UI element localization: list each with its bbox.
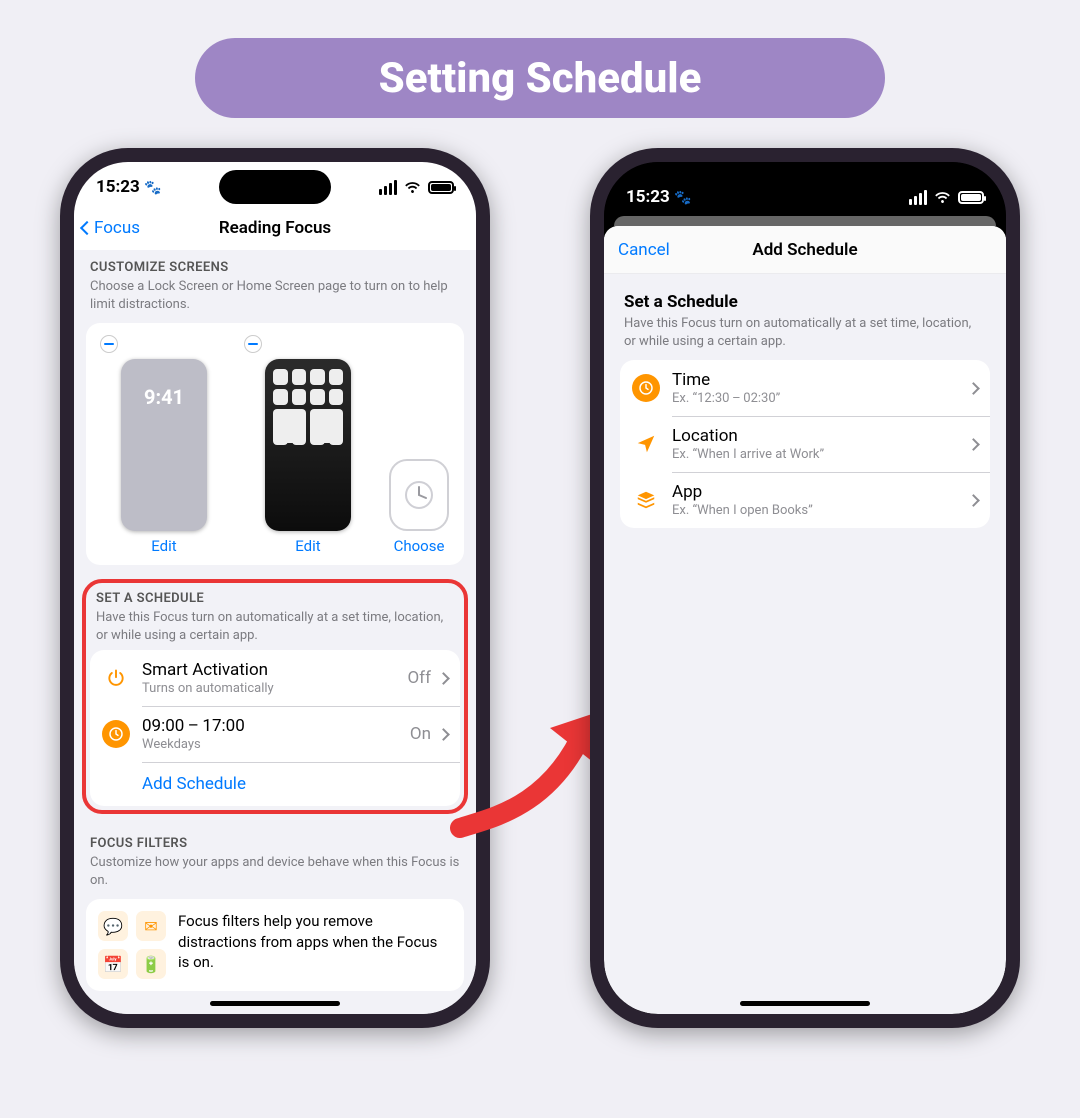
clock-icon bbox=[632, 374, 660, 402]
row-value: Off bbox=[407, 668, 431, 688]
add-schedule-button[interactable]: Add Schedule bbox=[90, 762, 460, 806]
battery-filter-icon: 🔋 bbox=[136, 949, 166, 979]
calendar-icon: 📅 bbox=[98, 949, 128, 979]
filters-header: FOCUS FILTERS bbox=[90, 836, 460, 851]
messages-icon: 💬 bbox=[98, 911, 128, 941]
homescreen-thumb[interactable] bbox=[265, 359, 351, 531]
clock-icon bbox=[404, 480, 434, 510]
wifi-icon bbox=[404, 181, 421, 194]
cancel-button[interactable]: Cancel bbox=[618, 226, 670, 273]
smart-activation-row[interactable]: Smart ActivationTurns on automatically O… bbox=[90, 650, 460, 706]
back-button[interactable]: Focus bbox=[82, 206, 140, 250]
chevron-right-icon bbox=[967, 438, 980, 451]
paw-icon: 🐾 bbox=[144, 180, 161, 196]
phone-left: 15:23 🐾 Focus Reading Focus CUSTOMIZE SC… bbox=[60, 148, 490, 1028]
clock-icon bbox=[102, 720, 130, 748]
home-indicator[interactable] bbox=[210, 1001, 340, 1006]
filters-text: Focus filters help you remove distractio… bbox=[178, 911, 452, 979]
nav-title: Reading Focus bbox=[219, 218, 331, 238]
filters-desc: Customize how your apps and device behav… bbox=[90, 854, 460, 889]
schedule-desc: Have this Focus turn on automatically at… bbox=[96, 609, 454, 644]
remove-lockscreen-button[interactable] bbox=[100, 335, 118, 353]
nav-bar: Focus Reading Focus bbox=[74, 206, 476, 250]
battery-icon bbox=[428, 181, 454, 194]
filters-icons: 💬 ✉ 📅 🔋 bbox=[98, 911, 166, 979]
wifi-icon bbox=[934, 191, 951, 204]
schedule-header: SET A SCHEDULE bbox=[96, 591, 454, 606]
phone-right: 15:23 🐾 Cancel Add Schedule bbox=[590, 148, 1020, 1028]
dynamic-island bbox=[219, 170, 331, 204]
dynamic-island bbox=[749, 170, 861, 204]
section-desc: Choose a Lock Screen or Home Screen page… bbox=[90, 278, 460, 313]
section-header: CUSTOMIZE SCREENS bbox=[90, 260, 460, 275]
cellular-icon bbox=[379, 180, 397, 195]
page-title-badge: Setting Schedule bbox=[195, 38, 885, 118]
power-icon bbox=[102, 664, 130, 692]
choose-watchface-button[interactable]: Choose bbox=[394, 537, 445, 555]
customize-screens-card: 9:41 Edit Edit Choose bbox=[86, 323, 464, 565]
battery-icon bbox=[958, 191, 984, 204]
sheet-title: Add Schedule bbox=[752, 240, 857, 260]
mail-icon: ✉ bbox=[136, 911, 166, 941]
app-stack-icon bbox=[632, 486, 660, 514]
home-indicator[interactable] bbox=[740, 1001, 870, 1006]
edit-homescreen-button[interactable]: Edit bbox=[295, 537, 320, 555]
remove-homescreen-button[interactable] bbox=[244, 335, 262, 353]
chevron-right-icon bbox=[967, 494, 980, 507]
location-icon bbox=[632, 430, 660, 458]
edit-lockscreen-button[interactable]: Edit bbox=[151, 537, 176, 555]
schedule-option-time[interactable]: TimeEx. “12:30 – 02:30” bbox=[620, 360, 990, 416]
schedule-option-app[interactable]: AppEx. “When I open Books” bbox=[620, 472, 990, 528]
lockscreen-thumb[interactable]: 9:41 bbox=[121, 359, 207, 531]
row-value: On bbox=[410, 724, 431, 744]
time-schedule-row[interactable]: 09:00 – 17:00Weekdays On bbox=[90, 706, 460, 762]
chevron-left-icon bbox=[80, 221, 94, 235]
sheet-section-desc: Have this Focus turn on automatically at… bbox=[624, 315, 986, 350]
cellular-icon bbox=[909, 190, 927, 205]
schedule-option-location[interactable]: LocationEx. “When I arrive at Work” bbox=[620, 416, 990, 472]
paw-icon: 🐾 bbox=[674, 190, 691, 206]
highlight-box: SET A SCHEDULE Have this Focus turn on a… bbox=[82, 579, 468, 814]
sheet-section-title: Set a Schedule bbox=[624, 292, 986, 312]
watchface-thumb[interactable] bbox=[389, 459, 449, 531]
sheet-nav: Cancel Add Schedule bbox=[604, 226, 1006, 274]
chevron-right-icon bbox=[967, 382, 980, 395]
